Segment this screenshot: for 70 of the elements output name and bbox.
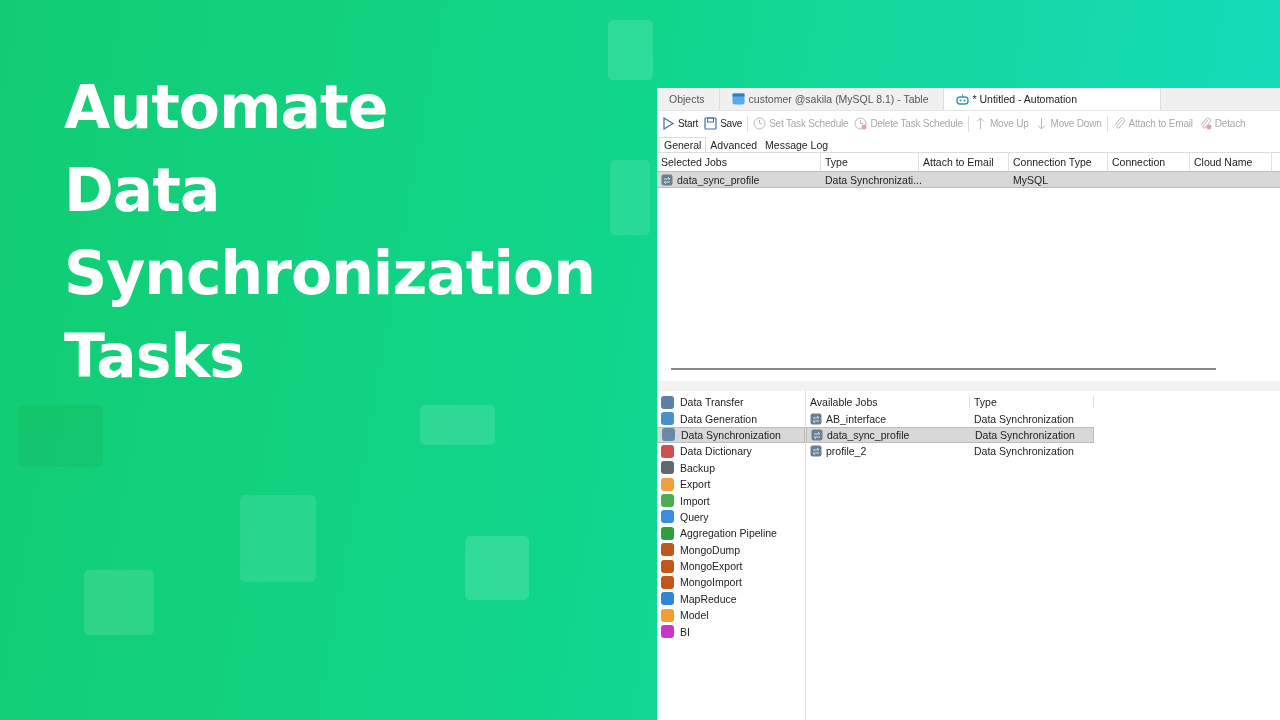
- category-item[interactable]: Model: [657, 607, 805, 624]
- table-cell: Data Synchronization: [975, 428, 1075, 441]
- category-item[interactable]: MongoImport: [657, 574, 805, 591]
- tile-icon: [661, 477, 674, 491]
- job-row[interactable]: profile_2 Data Synchronization: [806, 443, 1280, 460]
- paperclip-icon: [1112, 117, 1126, 130]
- tile-icon: [661, 559, 674, 573]
- sync-icon: [810, 445, 822, 458]
- tile-icon: [662, 428, 675, 442]
- category-item[interactable]: Data Dictionary: [657, 443, 805, 460]
- category-item[interactable]: Query: [657, 508, 805, 526]
- tile-icon: [661, 494, 674, 508]
- category-item[interactable]: Import: [657, 492, 805, 509]
- headline: Automate Data Synchronization Tasks: [64, 71, 595, 393]
- table-cell: AB_interface: [826, 412, 887, 425]
- document-tab[interactable]: customer @sakila (MySQL 8.1) - Table: [719, 88, 944, 110]
- sync-icon: [811, 428, 823, 441]
- table-cell: profile_2: [826, 445, 867, 458]
- tile-icon: [661, 608, 674, 622]
- toolbar-button[interactable]: Start: [659, 117, 702, 130]
- save-icon: [704, 117, 718, 130]
- clock-icon: [753, 117, 767, 130]
- table-cell: Data Synchronization: [974, 412, 1074, 425]
- background-shape: [84, 570, 154, 635]
- category-item[interactable]: Data Synchronization: [657, 426, 805, 444]
- category-item[interactable]: MongoExport: [657, 557, 805, 575]
- category-item[interactable]: BI: [657, 623, 805, 640]
- background-shape: [608, 20, 653, 80]
- tile-icon: [661, 510, 674, 524]
- tile-icon: [661, 576, 674, 589]
- tile-icon: [661, 444, 674, 458]
- category-item[interactable]: Aggregation Pipeline: [657, 525, 805, 542]
- column-header[interactable]: Available Jobs: [806, 396, 970, 409]
- table-cell: MySQL: [1013, 173, 1048, 186]
- table-cell: data_sync_profile: [827, 428, 910, 441]
- tile-icon: [661, 625, 674, 639]
- document-tab[interactable]: Objects: [657, 88, 720, 110]
- tile-icon: [661, 461, 674, 475]
- sync-icon: [810, 412, 822, 425]
- tile-icon: [661, 395, 674, 409]
- tile-icon: [661, 412, 674, 426]
- sync-icon: [661, 173, 673, 186]
- robot-icon: [955, 93, 969, 105]
- tile-icon: [661, 592, 674, 606]
- tile-icon: [661, 543, 674, 557]
- category-item[interactable]: Data Generation: [657, 410, 805, 427]
- scrollbar-thumb[interactable]: [671, 368, 1216, 370]
- tile-icon: [661, 526, 674, 540]
- play-icon: [662, 117, 675, 130]
- page-tab[interactable]: General: [659, 137, 707, 152]
- category-item[interactable]: Export: [657, 475, 805, 493]
- table-cell: Data Synchronization: [974, 445, 1074, 458]
- page-tab[interactable]: Advanced: [706, 138, 762, 152]
- table-cell: data_sync_profile: [677, 173, 760, 186]
- category-item[interactable]: MapReduce: [657, 590, 805, 608]
- table-icon: [731, 93, 745, 105]
- column-header[interactable]: Type: [970, 396, 1094, 409]
- table-cell: Data Synchronizati...: [825, 173, 922, 186]
- clock-delete-icon: [854, 117, 868, 130]
- paperclip-delete-icon: [1198, 117, 1212, 130]
- document-tab[interactable]: * Untitled - Automation: [943, 88, 1161, 110]
- category-item[interactable]: Backup: [657, 459, 805, 476]
- page-tab[interactable]: Message Log: [761, 138, 833, 152]
- table-row[interactable]: data_sync_profile Data Synchronizati... MySQL: [657, 171, 1280, 188]
- toolbar-button[interactable]: Save: [701, 117, 746, 130]
- job-row[interactable]: AB_interface Data Synchronization: [806, 410, 1280, 427]
- category-item[interactable]: Data Transfer: [657, 394, 805, 411]
- category-item[interactable]: MongoDump: [657, 541, 805, 558]
- background-shape: [465, 536, 529, 600]
- job-row[interactable]: data_sync_profile Data Synchronization: [806, 426, 1094, 444]
